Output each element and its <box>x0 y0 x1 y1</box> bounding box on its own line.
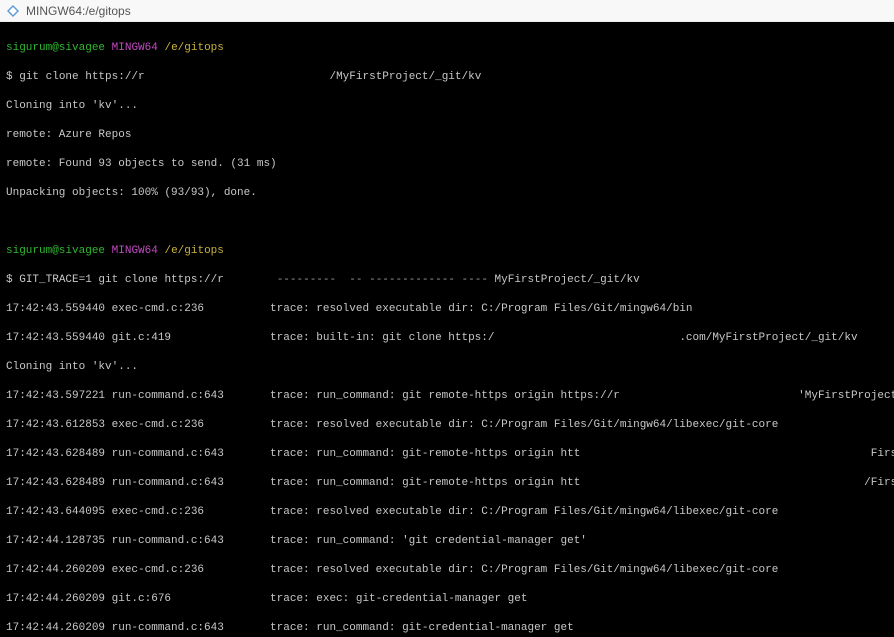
app-icon <box>6 4 20 18</box>
titlebar: MINGW64:/e/gitops <box>0 0 894 22</box>
trace-line: 17:42:43.559440 git.c:419 trace: built-i… <box>6 331 888 346</box>
trace-line: 17:42:43.628489 run-command.c:643 trace:… <box>6 447 888 462</box>
trace-line: 17:42:44.260209 exec-cmd.c:236 trace: re… <box>6 563 888 578</box>
trace-line: 17:42:44.128735 run-command.c:643 trace:… <box>6 534 888 549</box>
command-line: $ GIT_TRACE=1 git clone https://rxxxxxxx… <box>6 273 888 288</box>
output-line: Cloning into 'kv'... <box>6 360 888 375</box>
trace-line: 17:42:44.260209 run-command.c:643 trace:… <box>6 621 888 636</box>
terminal[interactable]: sigurum@sivagee MINGW64 /e/gitops $ git … <box>0 22 894 637</box>
prompt-line: sigurum@sivagee MINGW64 /e/gitops <box>6 244 888 259</box>
trace-line: 17:42:43.628489 run-command.c:643 trace:… <box>6 476 888 491</box>
output-line: remote: Azure Repos <box>6 128 888 143</box>
output-line: Unpacking objects: 100% (93/93), done. <box>6 186 888 201</box>
trace-line: 17:42:43.612853 exec-cmd.c:236 trace: re… <box>6 418 888 433</box>
trace-line: 17:42:44.260209 git.c:676 trace: exec: g… <box>6 592 888 607</box>
trace-line: 17:42:43.597221 run-command.c:643 trace:… <box>6 389 888 404</box>
prompt-line: sigurum@sivagee MINGW64 /e/gitops <box>6 41 888 56</box>
trace-line: 17:42:43.644095 exec-cmd.c:236 trace: re… <box>6 505 888 520</box>
trace-line: 17:42:43.559440 exec-cmd.c:236 trace: re… <box>6 302 888 317</box>
window-title: MINGW64:/e/gitops <box>26 4 131 18</box>
output-line: Cloning into 'kv'... <box>6 99 888 114</box>
blank-line <box>6 215 888 230</box>
command-line: $ git clone https://rxxxxxxxxxxxxxxxxxxx… <box>6 70 888 85</box>
output-line: remote: Found 93 objects to send. (31 ms… <box>6 157 888 172</box>
